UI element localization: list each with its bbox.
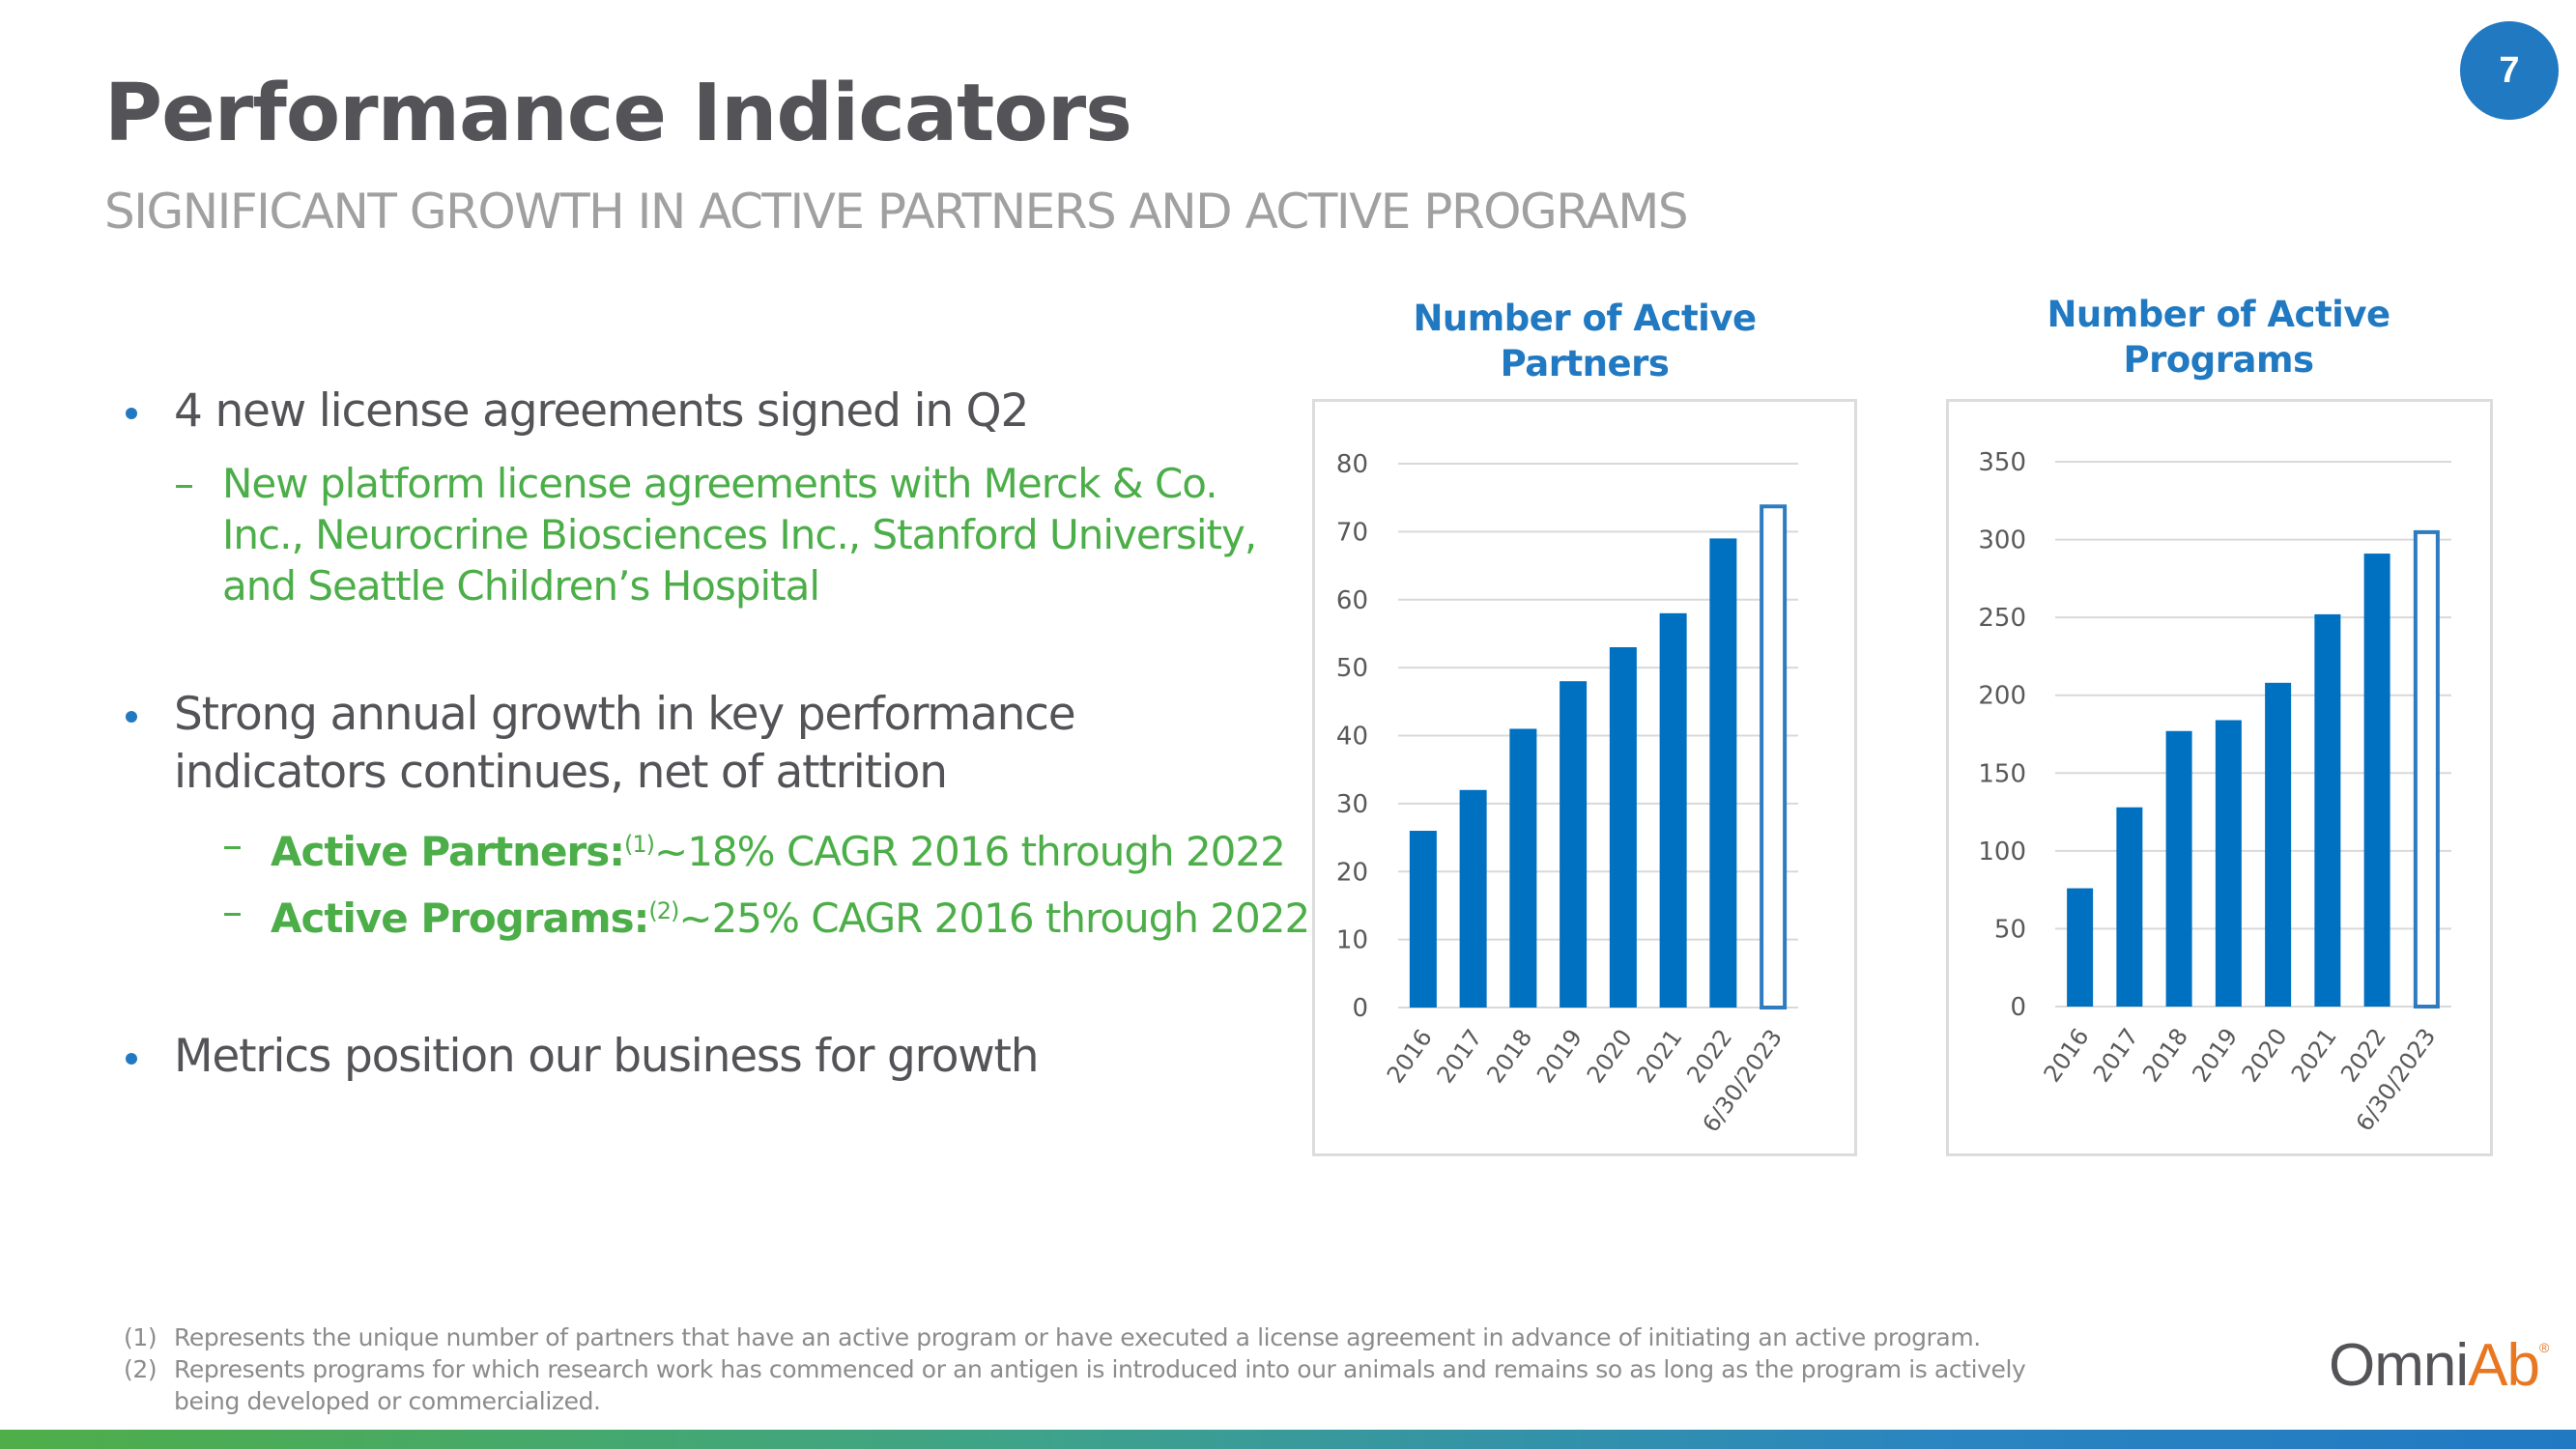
sub-bullet-line: Inc., Neurocrine Biosciences Inc., Stanf… (222, 511, 1257, 558)
chart-partners-frame: 0 10 20 30 40 50 60 70 80 2016 2017 2018 2019 2020 202… (1312, 399, 1857, 1156)
footnote-ref: (1) (624, 831, 655, 858)
bar-2016 (1409, 831, 1437, 1008)
y-tick-label: 50 (1994, 915, 2026, 944)
page-number-badge: 7 (2460, 21, 2559, 120)
x-tick-label: 2020 (1582, 1024, 1638, 1088)
x-tick-label: 2019 (1531, 1024, 1588, 1088)
y-tick-label: 50 (1336, 654, 1368, 683)
page-number: 7 (2499, 49, 2520, 91)
bar-6-30-2023 (1760, 504, 1788, 1010)
bar-2021 (2314, 613, 2341, 1007)
chart-partners: 0 10 20 30 40 50 60 70 80 20162017201820192020202… (1336, 450, 1798, 1137)
y-tick-label: 0 (2010, 993, 2026, 1022)
bar-2019 (1560, 681, 1588, 1008)
y-tick-label: 30 (1336, 790, 1368, 819)
bar-2017 (2116, 807, 2143, 1007)
x-tick-label: 2021 (2286, 1023, 2342, 1087)
y-tick-label: 0 (1352, 994, 1368, 1023)
bar-2022 (2363, 554, 2390, 1007)
footnote-2: (2) Represents programs for which resear… (124, 1353, 2026, 1417)
chart-title-line: Number of Active (1413, 298, 1757, 339)
bullet-text-line: indicators continues, net of attrition (174, 746, 948, 799)
y-tick-label: 20 (1336, 858, 1368, 887)
bar-2018 (1509, 728, 1537, 1008)
bullet-dot-icon (126, 1053, 137, 1065)
footnote-number: (1) (124, 1323, 157, 1351)
footnote-number: (2) (124, 1355, 157, 1383)
dash-icon: – (222, 821, 243, 868)
x-tick-label: 2018 (1481, 1024, 1537, 1088)
x-tick-label: 2017 (1432, 1024, 1488, 1088)
bullet-dot-icon (126, 408, 137, 419)
x-tick-label: 2016 (2039, 1023, 2095, 1087)
bar-2020 (1609, 647, 1637, 1008)
bar-2018 (2165, 730, 2192, 1007)
chart-title-line: Partners (1500, 343, 1670, 384)
logo-text-omni: Omni (2329, 1332, 2469, 1399)
chart-title-partners: Number of Active Partners (1314, 296, 1855, 386)
chart-title-line: Number of Active (2046, 294, 2390, 335)
x-tick-label: 2021 (1632, 1024, 1688, 1088)
bullet-text: Metrics position our business for growth (174, 1030, 1040, 1083)
footnote-text: Represents the unique number of partners… (174, 1323, 1981, 1351)
page-title: Performance Indicators (104, 68, 1132, 159)
footnotes: (1) Represents the unique number of part… (124, 1321, 2026, 1417)
y-tick-label: 10 (1336, 926, 1368, 955)
sub-bullet-line: and Seattle Children’s Hospital (222, 562, 820, 610)
dash-icon: – (222, 888, 243, 935)
y-tick-label: 80 (1336, 450, 1368, 479)
x-tick-label: 2017 (2088, 1023, 2144, 1087)
y-tick-label: 250 (1978, 604, 2026, 633)
bar-2019 (2215, 720, 2242, 1007)
y-tick-label: 40 (1336, 723, 1368, 752)
bar-2016 (2067, 888, 2094, 1007)
registered-mark: ® (2538, 1340, 2549, 1355)
y-tick-label: 100 (1978, 838, 2026, 867)
chart-title-line: Programs (2123, 339, 2314, 381)
y-tick-label: 70 (1336, 518, 1368, 547)
y-tick-label: 300 (1978, 526, 2026, 555)
bar-6-30-2023 (2413, 529, 2440, 1009)
sub-bullet-line: New platform license agreements with Mer… (222, 460, 1218, 507)
bar-2017 (1459, 789, 1487, 1008)
omniab-logo: OmniAb® (2329, 1331, 2549, 1400)
bar-2020 (2265, 682, 2292, 1007)
x-tick-label: 2020 (2237, 1023, 2293, 1087)
dash-icon: – (174, 460, 194, 507)
bottom-gradient-bar (0, 1430, 2576, 1449)
x-tick-label: 2019 (2187, 1023, 2243, 1087)
x-tick-label: 2018 (2137, 1023, 2193, 1087)
chart-programs-frame: 0 50 100 150 200 250 300 350 2016 2017 2018 2019 202… (1946, 399, 2493, 1156)
bullet-text-line: Strong annual growth in key performance (174, 688, 1076, 741)
y-tick-label: 150 (1978, 759, 2026, 788)
bar-2022 (1709, 538, 1737, 1008)
y-tick-label: 350 (1978, 448, 2026, 477)
bar-2021 (1659, 612, 1687, 1008)
page-subtitle: SIGNIFICANT GROWTH IN ACTIVE PARTNERS AN… (104, 184, 1689, 240)
footnote-1: (1) Represents the unique number of part… (124, 1321, 2025, 1353)
logo-text-ab: Ab (2468, 1332, 2540, 1399)
metric-label: Active Partners: (271, 828, 625, 875)
metric-label: Active Programs: (271, 895, 649, 942)
footnote-text: being developed or commercialized. (174, 1387, 601, 1415)
y-tick-label: 60 (1336, 586, 1368, 615)
metric-value: ~25% CAGR 2016 through 2022 (678, 895, 1310, 942)
y-tick-label: 200 (1978, 682, 2026, 711)
bullet-dot-icon (126, 711, 137, 723)
chart-title-programs: Number of Active Programs (1948, 292, 2489, 383)
footnote-text: Represents programs for which research w… (174, 1355, 2026, 1383)
bullet-text: 4 new license agreements signed in Q2 (174, 384, 1029, 438)
metric-value: ~18% CAGR 2016 through 2022 (654, 828, 1286, 875)
x-tick-label: 2016 (1382, 1024, 1438, 1088)
chart-programs: 0501001502002503003502016201720182019202… (1978, 448, 2451, 1136)
footnote-ref: (2) (648, 897, 679, 924)
